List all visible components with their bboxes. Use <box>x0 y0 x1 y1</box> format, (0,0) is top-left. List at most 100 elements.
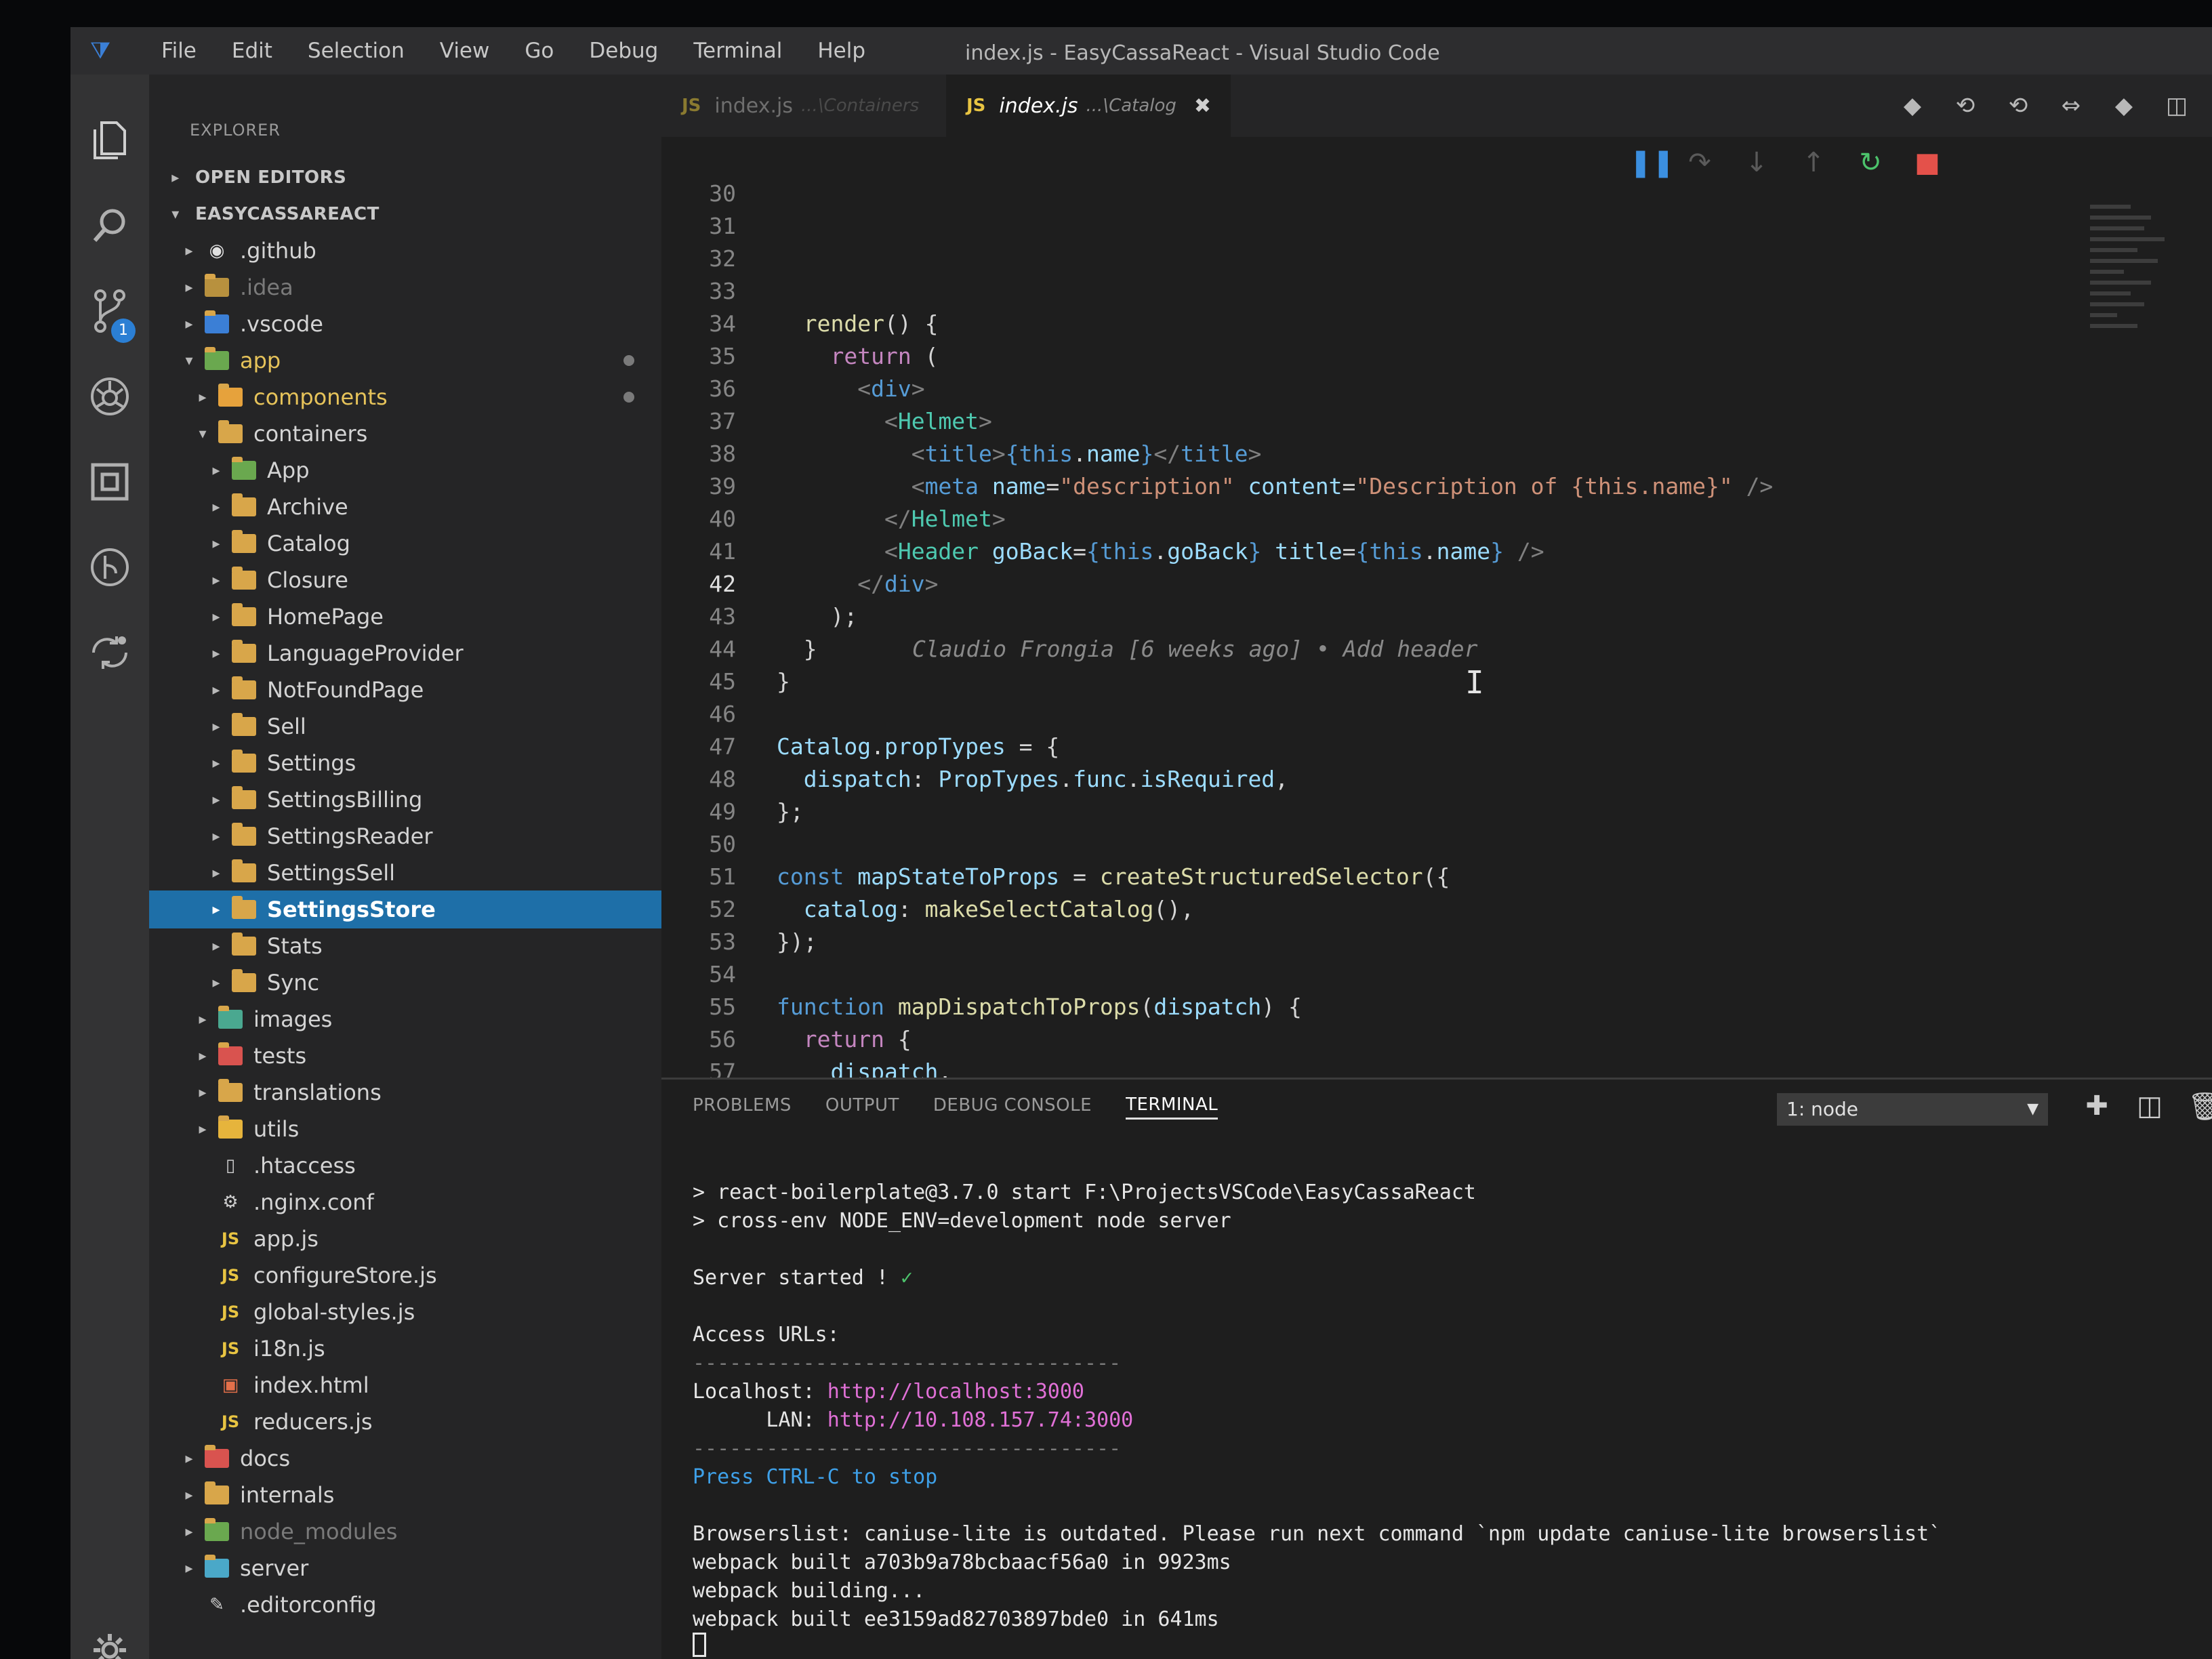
code-line: 56 dispatch, <box>709 1026 952 1078</box>
tree-item-archive[interactable]: ▸ Archive <box>149 488 661 526</box>
tree-item-reducers[interactable]: JS reducers.js <box>149 1403 661 1441</box>
tree-item-settingsstore[interactable]: ▸ SettingsStore <box>149 890 661 928</box>
folder-icon <box>230 896 258 920</box>
tree-item-idea[interactable]: ▸ .idea <box>149 268 661 306</box>
split-editor-icon[interactable]: ◫ <box>2162 92 2192 119</box>
step-out-icon[interactable]: ↑ <box>1800 147 1827 178</box>
tree-item-nginx[interactable]: ⚙ .nginx.conf <box>149 1183 661 1221</box>
tree-item-server[interactable]: ▸ server <box>149 1549 661 1587</box>
project-section[interactable]: ▾ EASYCASSAREACT <box>149 195 661 233</box>
code-line: 39 </Helmet> <box>709 473 1006 532</box>
tree-item-homepage[interactable]: ▸ HomePage <box>149 598 661 636</box>
tree-item-htaccess[interactable]: ▯ .htaccess <box>149 1147 661 1185</box>
tree-item-docs[interactable]: ▸ docs <box>149 1439 661 1477</box>
gitlens-icon[interactable] <box>70 530 149 605</box>
tree-item-containers[interactable]: ▾ containers <box>149 415 661 453</box>
tab-index-catalog[interactable]: JS index.js ...\Catalog ✖ <box>946 75 1231 137</box>
extensions-icon[interactable] <box>70 445 149 519</box>
tree-item-github[interactable]: ▸ ◉ .github <box>149 232 661 270</box>
open-editors-section[interactable]: ▸ OPEN EDITORS <box>149 159 661 197</box>
open-changes-icon[interactable]: ⇔ <box>2056 92 2086 119</box>
tree-item-settingssell[interactable]: ▸ SettingsSell <box>149 854 661 892</box>
tree-item-closure[interactable]: ▸ Closure <box>149 561 661 599</box>
tree-item-notfoundpage[interactable]: ▸ NotFoundPage <box>149 671 661 709</box>
revert-change-icon[interactable]: ⟲ <box>1950 92 1980 119</box>
tab-output[interactable]: OUTPUT <box>825 1095 899 1118</box>
tree-item-i18n[interactable]: JS i18n.js <box>149 1330 661 1368</box>
tree-item-vscode[interactable]: ▸ .vscode <box>149 305 661 343</box>
tree-item-configurestore[interactable]: JS configureStore.js <box>149 1256 661 1294</box>
git-compare-icon[interactable]: ◆ <box>1898 92 1927 119</box>
next-change-icon[interactable]: ⟲ <box>2003 92 2033 119</box>
tab-debug-console[interactable]: DEBUG CONSOLE <box>933 1095 1092 1118</box>
chevron-right-icon: ▸ <box>212 754 220 772</box>
git-lens-icon[interactable]: ◆ <box>2109 92 2139 119</box>
menu-selection[interactable]: Selection <box>290 27 422 75</box>
menu-file[interactable]: File <box>144 27 214 75</box>
localhost-link[interactable]: http://localhost:3000 <box>827 1380 1084 1404</box>
github-folder-icon: ◉ <box>209 241 225 261</box>
step-into-icon[interactable]: ↓ <box>1743 147 1770 178</box>
live-share-icon[interactable] <box>70 615 149 690</box>
minimap[interactable] <box>2090 205 2171 476</box>
tree-item-sell[interactable]: ▸ Sell <box>149 708 661 745</box>
tree-item-node-modules[interactable]: ▸ node_modules <box>149 1513 661 1551</box>
tree-item-app[interactable]: ▾ app <box>149 342 661 380</box>
source-control-icon[interactable]: 1 <box>70 274 149 348</box>
menu-debug[interactable]: Debug <box>571 27 676 75</box>
menu-edit[interactable]: Edit <box>214 27 290 75</box>
server-folder-icon <box>203 1555 230 1579</box>
terminal-prompt[interactable] <box>693 1630 706 1658</box>
explorer-files-icon[interactable] <box>70 103 149 178</box>
chevron-down-icon: ▾ <box>171 205 180 223</box>
tree-item-settings[interactable]: ▸ Settings <box>149 744 661 782</box>
terminal-line: > cross-env NODE_ENV=development node se… <box>693 1209 1231 1233</box>
tree-item-settingsreader[interactable]: ▸ SettingsReader <box>149 817 661 855</box>
trash-icon[interactable]: 🗑 <box>2188 1090 2212 1130</box>
tree-item-components[interactable]: ▸ components <box>149 378 661 416</box>
tree-item-catalog[interactable]: ▸ Catalog <box>149 525 661 562</box>
tab-problems[interactable]: PROBLEMS <box>693 1095 792 1118</box>
plus-icon[interactable]: ✚ <box>2082 1090 2112 1130</box>
tree-item-translations[interactable]: ▸ translations <box>149 1073 661 1111</box>
tree-item-tests[interactable]: ▸ tests <box>149 1037 661 1075</box>
menu-help[interactable]: Help <box>800 27 883 75</box>
tree-item-utils[interactable]: ▸ utils <box>149 1110 661 1148</box>
debug-icon[interactable] <box>70 359 149 434</box>
folder-icon <box>230 530 258 554</box>
terminal-line: Localhost: http://localhost:3000 <box>693 1380 1084 1404</box>
split-terminal-icon[interactable]: ◫ <box>2135 1090 2165 1130</box>
tree-item-languageprovider[interactable]: ▸ LanguageProvider <box>149 634 661 672</box>
tree-item-sync[interactable]: ▸ Sync <box>149 964 661 1002</box>
tree-item-editorconfig[interactable]: ✎ .editorconfig <box>149 1586 661 1624</box>
stop-icon[interactable]: ■ <box>1914 147 1941 178</box>
pause-icon[interactable]: ❚❚ <box>1629 147 1675 178</box>
tree-item-images[interactable]: ▸ images <box>149 1000 661 1038</box>
chevron-right-icon: ▸ <box>185 1450 193 1467</box>
menu-view[interactable]: View <box>422 27 508 75</box>
settings-gear-icon[interactable] <box>70 1613 149 1659</box>
tree-item-stats[interactable]: ▸ Stats <box>149 927 661 965</box>
tree-item-internals[interactable]: ▸ internals <box>149 1476 661 1514</box>
tree-item-globalstyles[interactable]: JS global-styles.js <box>149 1293 661 1331</box>
code-line: 32 <box>709 245 736 272</box>
tree-item-settingsbilling[interactable]: ▸ SettingsBilling <box>149 781 661 819</box>
lan-link[interactable]: http://10.108.157.74:3000 <box>827 1408 1134 1432</box>
search-icon[interactable] <box>70 188 149 263</box>
terminal-line: webpack built ee3159ad82703897bde0 in 64… <box>693 1607 1219 1631</box>
folder-icon <box>230 713 258 737</box>
menu-go[interactable]: Go <box>507 27 571 75</box>
tree-item-app-container[interactable]: ▸ App <box>149 451 661 489</box>
folder-icon <box>217 420 244 445</box>
step-over-icon[interactable]: ↷ <box>1686 147 1713 178</box>
tab-terminal[interactable]: TERMINAL <box>1126 1094 1218 1120</box>
tree-item-appjs[interactable]: JS app.js <box>149 1220 661 1258</box>
tab-index-containers[interactable]: JS index.js ...\Containers <box>682 75 939 137</box>
tree-item-indexhtml[interactable]: ▣ index.html <box>149 1366 661 1404</box>
terminal-select[interactable]: 1: node ▼ <box>1777 1093 2048 1126</box>
close-tab-icon[interactable]: ✖ <box>1194 94 1211 118</box>
menu-terminal[interactable]: Terminal <box>676 27 800 75</box>
code-editor[interactable]: 30 31 32 33 render() { 34 return ( 35 <d… <box>661 137 2212 1078</box>
restart-icon[interactable]: ↻ <box>1857 147 1884 178</box>
chevron-right-icon: ▸ <box>185 1559 193 1577</box>
